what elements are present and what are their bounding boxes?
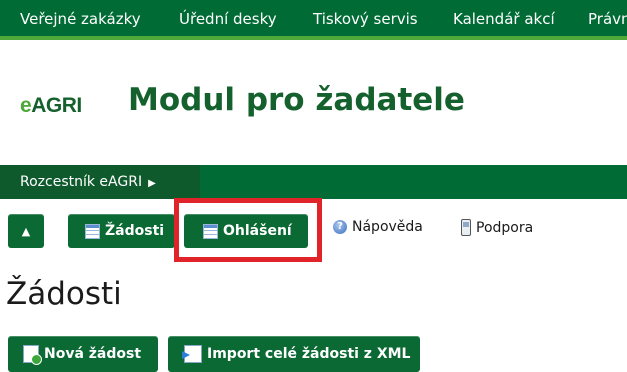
module-title: Modul pro žadatele [128,82,465,118]
ohlaseni-button-label: Ohlášení [223,223,292,239]
top-navigation: Veřejné zakázky Úřední desky Tiskový ser… [0,0,627,40]
breadcrumb-bar: Rozcestník eAGRI ▶ [0,165,627,199]
new-request-label: Nová žádost [44,346,142,362]
zadosti-button[interactable]: Žádosti [68,214,175,248]
breadcrumb-link-rozcestnik[interactable]: Rozcestník eAGRI ▶ [0,165,200,199]
import-xml-button[interactable]: Import celé žádosti z XML [168,336,420,372]
import-icon [182,345,202,363]
new-document-icon [23,345,42,365]
new-request-button[interactable]: Nová žádost [8,336,158,372]
nav-link-tiskovy-servis[interactable]: Tiskový servis [313,10,418,28]
nav-link-kalendar-akci[interactable]: Kalendář akcí [453,10,555,28]
breadcrumb-label: Rozcestník eAGRI [20,174,143,190]
support-link[interactable]: Podpora [461,219,533,236]
table-icon [85,223,100,239]
phone-icon [461,219,471,236]
scroll-up-button[interactable]: ▲ [8,214,44,248]
table-icon [203,223,218,239]
ohlaseni-button[interactable]: Ohlášení [184,214,308,248]
help-link-label: Nápověda [352,219,423,235]
support-link-label: Podpora [476,219,534,236]
eagri-logo[interactable]: eAGRI [20,94,82,118]
arrow-up-icon: ▲ [21,224,31,238]
logo-text: AGRI [31,94,82,117]
import-xml-label: Import celé žádosti z XML [207,346,411,362]
chevron-right-icon: ▶ [148,178,156,189]
nav-link-verejne-zakazky[interactable]: Veřejné zakázky [20,10,141,28]
logo-letter-e: e [20,94,32,117]
zadosti-button-label: Žádosti [105,223,165,239]
nav-link-uredni-desky[interactable]: Úřední desky [179,10,277,28]
help-icon: ? [333,220,347,234]
nav-link-pravni[interactable]: Právn [588,10,627,28]
page-heading: Žádosti [6,276,122,312]
help-link[interactable]: ? Nápověda [333,219,423,235]
